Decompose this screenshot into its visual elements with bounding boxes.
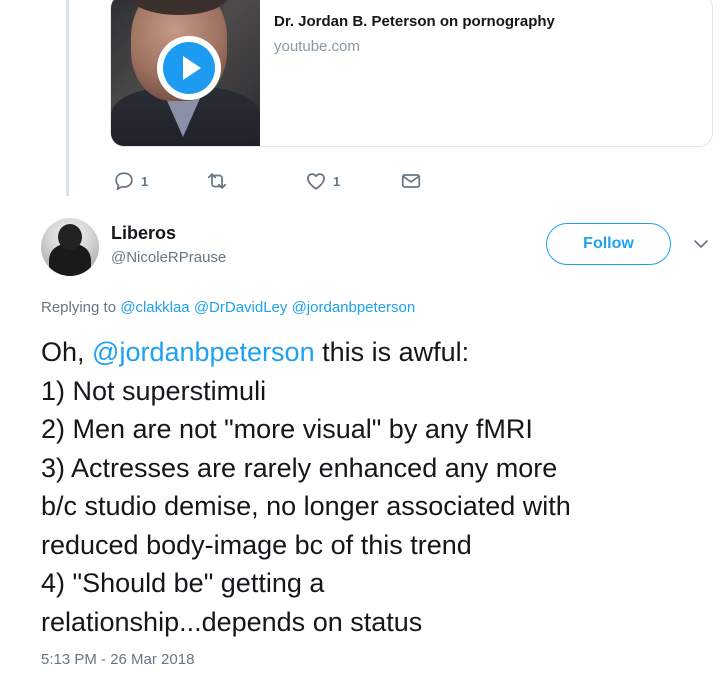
like-count: 1 [333,173,341,189]
display-name[interactable]: Liberos [111,223,176,244]
reply-mention[interactable]: @clakklaa [120,299,189,316]
reply-mention[interactable]: @DrDavidLey [194,299,288,316]
follow-button[interactable]: Follow [546,223,671,265]
like-action[interactable]: 1 [305,170,340,192]
retweet-action[interactable] [206,170,234,192]
tweet-text-segment: Oh, [41,337,93,367]
reply-icon [115,172,133,191]
link-card-title[interactable]: Dr. Jordan B. Peterson on pornography [274,13,555,30]
avatar-figure-head [58,224,82,250]
tweet-line: 3) Actresses are rarely enhanced any mor… [41,452,558,483]
user-handle[interactable]: @NicoleRPrause [111,249,226,266]
heart-icon [307,173,325,190]
avatar[interactable] [41,218,99,276]
envelope-icon [401,174,421,188]
link-card-domain: youtube.com [274,38,360,55]
tweet-line: 2) Men are not "more visual" by any fMRI [41,414,533,444]
reply-count: 1 [141,173,149,189]
tweet-line: 4) "Should be" getting a [41,568,325,598]
link-preview-card[interactable]: Dr. Jordan B. Peterson on pornography yo… [110,0,713,147]
retweet-icon [207,173,227,189]
play-icon[interactable] [157,36,221,100]
tweet-line: Oh, @jordanbpeterson this is awful: [41,333,711,372]
tweet-line: 1) Not superstimuli [41,375,267,406]
reply-action[interactable]: 1 [113,170,148,192]
tweet-line: relationship...depends on status [41,606,423,637]
tweet-text-segment: this is awful: [314,337,470,367]
tweet-mention-link[interactable]: @jordanbpeterson [92,337,315,367]
timestamp[interactable]: 5:13 PM - 26 Mar 2018 [41,651,194,668]
replying-to-prefix: Replying to [41,299,117,316]
tweet-text: Oh, @jordanbpeterson this is awful: 1) N… [41,333,711,641]
replying-to: Replying to @clakklaa @DrDavidLey @jorda… [41,299,415,316]
tweet-line: reduced body-image bc of this trend [41,529,472,560]
video-thumbnail[interactable] [111,0,260,146]
tweet-line: b/c studio demise, no longer associated … [41,491,571,521]
reply-mention[interactable]: @jordanbpeterson [292,299,416,316]
thread-connector-line [66,0,69,196]
direct-message-action[interactable] [400,170,422,192]
chevron-down-icon[interactable] [693,236,709,252]
